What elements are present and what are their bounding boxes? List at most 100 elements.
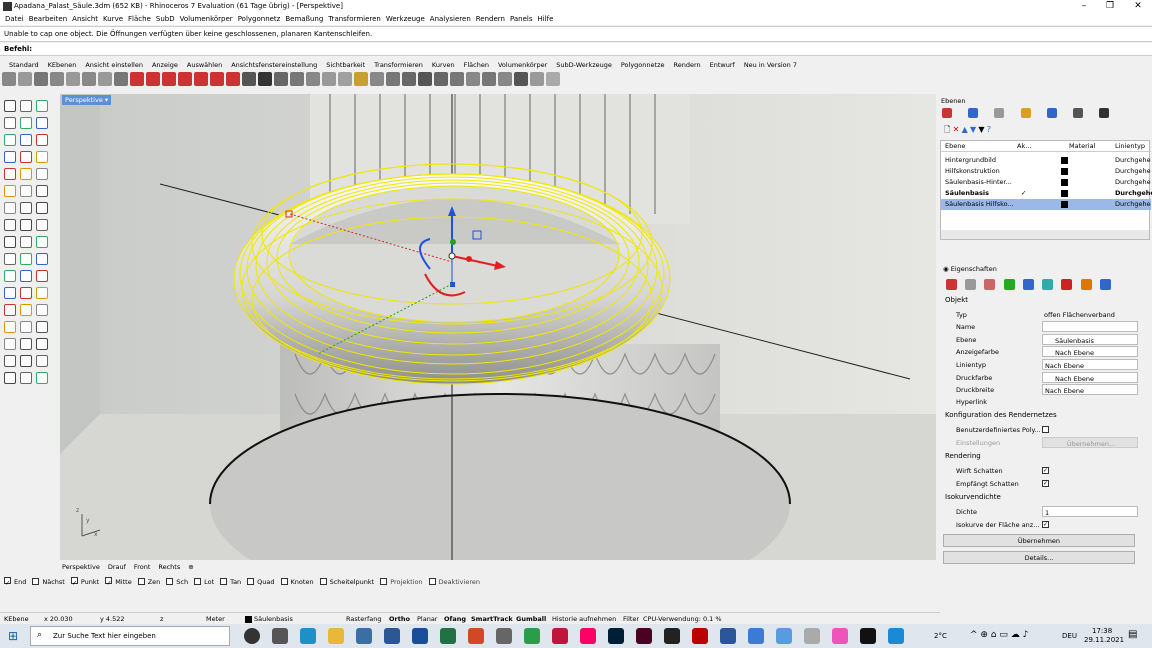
layer-row-selected[interactable]: Säulenbasis Hilfsko... Durchgehe — [941, 199, 1151, 210]
tool-icon[interactable] — [36, 287, 48, 299]
tool-icon[interactable] — [20, 134, 32, 146]
tool-icon[interactable] — [20, 202, 32, 214]
pan-icon[interactable] — [2, 72, 16, 86]
notification-icon[interactable]: ▤ — [1128, 629, 1137, 640]
minimize-button[interactable]: – — [1070, 0, 1098, 13]
tool-icon[interactable] — [20, 253, 32, 265]
zoom-icon[interactable] — [34, 72, 48, 86]
menu-item[interactable]: Bearbeiten — [29, 13, 67, 25]
toolbar-tab[interactable]: Ansichtsfenstereinstellung — [231, 59, 317, 71]
folder-tab-icon[interactable] — [1020, 108, 1031, 118]
layers-scrollbar[interactable] — [941, 230, 1149, 239]
word-icon[interactable] — [720, 628, 736, 644]
layout-icon[interactable] — [290, 72, 304, 86]
move-down-icon[interactable]: ▼ — [970, 125, 976, 134]
edge-icon[interactable] — [300, 628, 316, 644]
maximize-button[interactable]: ❐ — [1096, 0, 1124, 13]
menu-item[interactable]: Fläche — [128, 13, 151, 25]
tool-icon[interactable] — [36, 372, 48, 384]
tool-icon[interactable] — [20, 151, 32, 163]
tool-icon[interactable] — [20, 219, 32, 231]
close-button[interactable]: ✕ — [1124, 0, 1152, 13]
clock-date[interactable]: 29.11.2021 — [1084, 636, 1124, 644]
osnap-option[interactable]: Lot — [194, 577, 217, 588]
layer-color[interactable] — [1061, 168, 1068, 175]
language-indicator[interactable]: DEU — [1062, 632, 1077, 640]
hyperlink-value[interactable] — [1042, 396, 1138, 407]
zoom-extents-icon[interactable] — [66, 72, 80, 86]
new-layer-icon[interactable]: 🗋 — [944, 125, 950, 134]
print-color-select[interactable]: Nach Ebene — [1042, 372, 1138, 383]
menu-item[interactable]: Transformieren — [328, 13, 381, 25]
toolbar-tab[interactable]: Standard — [9, 59, 39, 71]
app-icon[interactable] — [412, 628, 428, 644]
tool-icon[interactable] — [20, 100, 32, 112]
menu-item[interactable]: SubD — [156, 13, 175, 25]
calculator-icon[interactable] — [496, 628, 512, 644]
toolbar-tab[interactable]: Polygonnetze — [621, 59, 665, 71]
menu-item[interactable]: Panels — [510, 13, 533, 25]
osnap-toggle[interactable]: Ofang — [444, 614, 466, 624]
materials-tab-icon[interactable] — [994, 108, 1005, 118]
tool-icon[interactable] — [4, 304, 16, 316]
light-icon[interactable] — [354, 72, 368, 86]
osnap-option[interactable]: Zen — [137, 577, 164, 588]
layer-row[interactable]: Hilfskonstruktion Durchgehe — [941, 166, 1151, 177]
toolbar-tab[interactable]: Flächen — [464, 59, 489, 71]
osnap-option[interactable]: Knoten — [280, 577, 317, 588]
osnap-option[interactable]: Nächst — [32, 577, 67, 588]
tool-icon[interactable] — [36, 236, 48, 248]
tool-icon[interactable] — [20, 185, 32, 197]
cortana-icon[interactable] — [244, 628, 260, 644]
osnap-checkbox[interactable] — [32, 578, 40, 585]
layers-tab-icon[interactable] — [942, 108, 952, 118]
store-icon[interactable] — [356, 628, 372, 644]
office-icon[interactable] — [468, 628, 484, 644]
menu-item[interactable]: Bemaßung — [285, 13, 323, 25]
viewport-tab[interactable]: Perspektive — [62, 562, 100, 572]
cplane-icon[interactable] — [370, 72, 384, 86]
app-icon[interactable] — [664, 628, 680, 644]
menu-item[interactable]: Kurve — [103, 13, 123, 25]
smarttrack-toggle[interactable]: SmartTrack — [471, 614, 513, 624]
tool-icon[interactable] — [4, 100, 16, 112]
toolbar-tab[interactable]: Ansicht einstellen — [85, 59, 143, 71]
sun-icon[interactable] — [530, 72, 544, 86]
toolbar-tab[interactable]: Entwurf — [710, 59, 735, 71]
excel-icon[interactable] — [440, 628, 456, 644]
tool-icon[interactable] — [4, 185, 16, 197]
tool-icon[interactable] — [36, 321, 48, 333]
zoom-window-icon[interactable] — [50, 72, 64, 86]
tool-icon[interactable] — [4, 321, 16, 333]
osnap-option[interactable]: Projektion — [380, 577, 425, 588]
layer-color[interactable] — [1061, 190, 1068, 197]
print-icon[interactable] — [274, 72, 288, 86]
planar-toggle[interactable]: Planar — [417, 614, 437, 624]
menu-item[interactable]: Werkzeuge — [386, 13, 425, 25]
osnap-option[interactable]: Scheitelpunkt — [319, 577, 378, 588]
car-icon[interactable] — [210, 72, 224, 86]
viewport-tab[interactable]: Drauf — [108, 562, 126, 572]
layer-row-current[interactable]: Säulenbasis ✓ Durchgehe — [941, 188, 1152, 199]
display-color-select[interactable]: Nach Ebene — [1042, 346, 1138, 357]
libraries-tab-icon[interactable] — [1073, 108, 1084, 118]
capture-icon[interactable] — [258, 72, 272, 86]
tool-icon[interactable] — [20, 270, 32, 282]
scale-icon[interactable] — [466, 72, 480, 86]
osnap-checkbox[interactable] — [194, 578, 202, 585]
tool-icon[interactable] — [4, 355, 16, 367]
app-icon[interactable] — [692, 628, 708, 644]
gumball-toggle[interactable]: Gumball — [516, 614, 546, 624]
task-view-icon[interactable] — [272, 628, 288, 644]
tool-icon[interactable] — [4, 134, 16, 146]
app-icon[interactable] — [524, 628, 540, 644]
toolbar-tab[interactable]: Volumenkörper — [498, 59, 547, 71]
tool-icon[interactable] — [36, 185, 48, 197]
apply-button[interactable]: Übernehmen — [943, 534, 1135, 547]
car-icon[interactable] — [130, 72, 144, 86]
clock-time[interactable]: 17:38 — [1092, 627, 1112, 635]
osnap-option[interactable]: Tan — [220, 577, 244, 588]
menu-item[interactable]: Analysieren — [430, 13, 471, 25]
menu-item[interactable]: Ansicht — [72, 13, 98, 25]
layer-row[interactable]: Hintergrundbild Durchgehe — [941, 155, 1151, 166]
